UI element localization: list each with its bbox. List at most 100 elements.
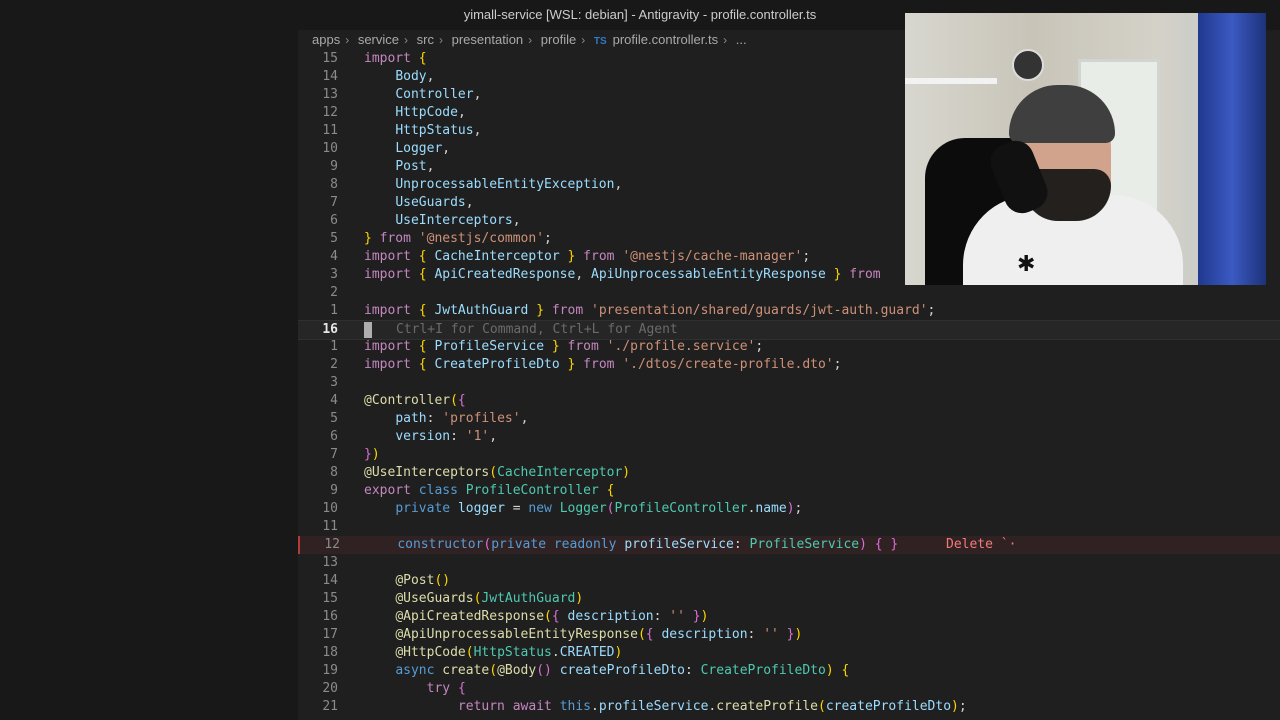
- line-number: 21: [322, 699, 338, 714]
- line-number: 13: [322, 555, 338, 570]
- chevron-right-icon: ›: [723, 33, 728, 47]
- webcam-overlay: ✱: [905, 13, 1266, 285]
- code-line[interactable]: 8 @UseInterceptors(CacheInterceptor): [298, 464, 1280, 482]
- line-number: 5: [330, 231, 338, 246]
- line-number: 8: [330, 177, 338, 192]
- breadcrumb-item[interactable]: src: [417, 32, 434, 47]
- text-cursor: [364, 322, 372, 338]
- line-number: 8: [330, 465, 338, 480]
- code-text: @HttpCode(HttpStatus.CREATED): [395, 645, 623, 660]
- code-line[interactable]: 2: [298, 284, 1280, 302]
- curtain: [1198, 13, 1266, 285]
- chevron-right-icon: ›: [528, 33, 533, 47]
- code-text: Logger,: [395, 141, 451, 156]
- breadcrumb-item[interactable]: profile: [541, 32, 576, 47]
- line-number: 12: [322, 105, 338, 120]
- code-line[interactable]: 19 async create(@Body() createProfileDto…: [298, 662, 1280, 680]
- breadcrumb-file[interactable]: profile.controller.ts: [613, 32, 719, 47]
- code-text: @ApiUnprocessableEntityResponse({ descri…: [395, 627, 803, 642]
- current-code-line[interactable]: 16 Ctrl+I for Command, Ctrl+L for Agent: [298, 320, 1280, 340]
- line-number: 2: [330, 285, 338, 300]
- code-line[interactable]: 7}): [298, 446, 1280, 464]
- code-text: @ApiCreatedResponse({ description: '' }): [395, 609, 709, 624]
- code-line[interactable]: 13: [298, 554, 1280, 572]
- line-number: 20: [322, 681, 338, 696]
- chevron-right-icon: ›: [581, 33, 586, 47]
- line-number: 12: [324, 537, 340, 552]
- line-number: 10: [322, 501, 338, 516]
- code-line[interactable]: 9 export class ProfileController {: [298, 482, 1280, 500]
- code-line[interactable]: 14 @Post(): [298, 572, 1280, 590]
- line-number: 9: [330, 159, 338, 174]
- typescript-file-icon: TS: [593, 36, 607, 47]
- code-line[interactable]: 16 @ApiCreatedResponse({ description: ''…: [298, 608, 1280, 626]
- inline-hint: Ctrl+I for Command, Ctrl+L for Agent: [396, 322, 678, 337]
- code-text: import { CacheInterceptor } from '@nestj…: [364, 249, 811, 264]
- line-number: 18: [322, 645, 338, 660]
- breadcrumb-item[interactable]: presentation: [452, 32, 524, 47]
- code-text: import { JwtAuthGuard } from 'presentati…: [364, 303, 936, 318]
- breadcrumb: apps › service › src › presentation › profil…: [312, 32, 747, 52]
- line-number: 2: [330, 357, 338, 372]
- line-number: 7: [330, 195, 338, 210]
- line-number: 3: [330, 267, 338, 282]
- code-line[interactable]: 1 import { JwtAuthGuard } from 'presentat…: [298, 302, 1280, 320]
- pending-delete-line[interactable]: 12 constructor(private readonly profileS…: [298, 536, 1280, 554]
- code-line[interactable]: 1 import { ProfileService } from './profi…: [298, 338, 1280, 356]
- code-text: Post,: [395, 159, 435, 174]
- code-line[interactable]: 5 path: 'profiles',: [298, 410, 1280, 428]
- code-text: version: '1',: [395, 429, 498, 444]
- breadcrumb-more[interactable]: ...: [736, 32, 747, 47]
- code-text: path: 'profiles',: [395, 411, 529, 426]
- line-number: 1: [330, 303, 338, 318]
- code-line[interactable]: 11: [298, 518, 1280, 536]
- code-line[interactable]: 6 version: '1',: [298, 428, 1280, 446]
- line-number: 6: [330, 213, 338, 228]
- line-number: 1: [330, 339, 338, 354]
- code-text: } from '@nestjs/common';: [364, 231, 552, 246]
- code-text: Controller,: [395, 87, 482, 102]
- code-text: @UseGuards(JwtAuthGuard): [395, 591, 584, 606]
- code-line[interactable]: 20 try {: [298, 680, 1280, 698]
- code-text: import { CreateProfileDto } from './dtos…: [364, 357, 842, 372]
- line-number: 15: [322, 591, 338, 606]
- code-line[interactable]: 2 import { CreateProfileDto } from './dto…: [298, 356, 1280, 374]
- lamp: [1012, 49, 1044, 81]
- code-text: @UseInterceptors(CacheInterceptor): [364, 465, 631, 480]
- code-text: HttpStatus,: [395, 123, 482, 138]
- line-number: 15: [322, 51, 338, 66]
- code-text: HttpCode,: [395, 105, 466, 120]
- code-line[interactable]: 15 @UseGuards(JwtAuthGuard): [298, 590, 1280, 608]
- chevron-right-icon: ›: [438, 33, 443, 47]
- code-text: Body,: [395, 69, 435, 84]
- delete-suggestion[interactable]: Delete `·: [946, 536, 1016, 554]
- code-line[interactable]: 3: [298, 374, 1280, 392]
- code-text: UnprocessableEntityException,: [395, 177, 623, 192]
- code-text: private logger = new Logger(ProfileContr…: [395, 501, 803, 516]
- line-number: 14: [322, 573, 338, 588]
- code-line[interactable]: 21 return await this.profileService.crea…: [298, 698, 1280, 716]
- line-number: 7: [330, 447, 338, 462]
- code-line[interactable]: 4 @Controller({: [298, 392, 1280, 410]
- line-number: 6: [330, 429, 338, 444]
- code-line[interactable]: 18 @HttpCode(HttpStatus.CREATED): [298, 644, 1280, 662]
- breadcrumb-item[interactable]: apps: [312, 32, 340, 47]
- code-text: try {: [426, 681, 466, 696]
- breadcrumb-item[interactable]: service: [358, 32, 399, 47]
- line-number: 19: [322, 663, 338, 678]
- code-text: import { ProfileService } from './profil…: [364, 339, 764, 354]
- left-panel-area: [0, 30, 299, 720]
- line-number: 17: [322, 627, 338, 642]
- chevron-right-icon: ›: [404, 33, 409, 47]
- shirt-logo-icon: ✱: [1017, 251, 1036, 276]
- line-number: 4: [330, 393, 338, 408]
- line-number: 16: [322, 609, 338, 624]
- code-text: }): [364, 447, 380, 462]
- code-line[interactable]: 17 @ApiUnprocessableEntityResponse({ des…: [298, 626, 1280, 644]
- line-number: 14: [322, 69, 338, 84]
- code-text: UseInterceptors,: [395, 213, 521, 228]
- line-number: 4: [330, 249, 338, 264]
- code-text: UseGuards,: [395, 195, 474, 210]
- chevron-right-icon: ›: [345, 33, 350, 47]
- code-line[interactable]: 10 private logger = new Logger(ProfileCo…: [298, 500, 1280, 518]
